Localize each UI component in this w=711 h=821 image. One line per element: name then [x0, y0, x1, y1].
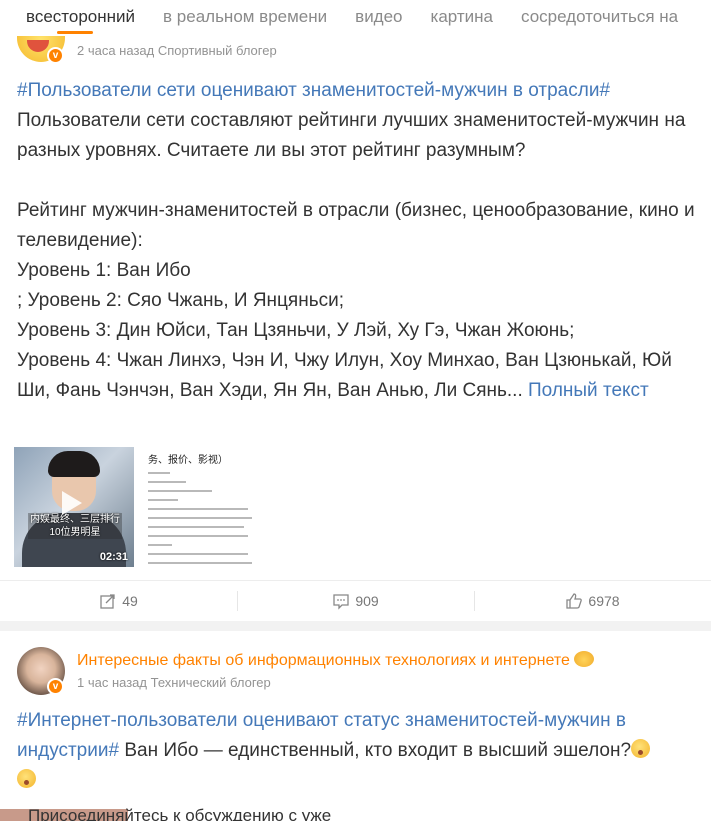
- doc-text-line: [148, 499, 178, 501]
- author-name-text: Интересные факты об информационных техно…: [77, 652, 570, 669]
- post-paragraph: Рейтинг мужчин-знаменитостей в отрасли (…: [17, 200, 695, 251]
- repost-button[interactable]: 49: [0, 581, 237, 621]
- cutoff-text: Присоединяйтесь к обсуждению с уже: [28, 806, 332, 821]
- search-tab-bar: всесторонний в реальном времени видео ка…: [0, 0, 711, 36]
- tab-comprehensive[interactable]: всесторонний: [0, 0, 149, 36]
- avatar-emoji-mouth: [27, 40, 49, 52]
- post-body: #Пользователи сети оценивают знаменитост…: [17, 76, 697, 406]
- author-name[interactable]: Интересные факты об информационных техно…: [77, 651, 594, 670]
- image-thumbnail[interactable]: 务、报价、影视）: [138, 447, 258, 567]
- post-meta: 2 часа назад Спортивный блогер: [77, 43, 277, 58]
- hashtag-link[interactable]: #Пользователи сети оценивают знаменитост…: [17, 76, 697, 106]
- post-actions: 49 909 6978: [0, 580, 711, 621]
- tab-realtime[interactable]: в реальном времени: [149, 0, 341, 36]
- comment-icon: [333, 594, 349, 610]
- doc-text-line: [148, 517, 252, 519]
- repost-icon: [100, 594, 115, 609]
- doc-text-line: [148, 553, 248, 555]
- like-count: 6978: [588, 593, 620, 609]
- tab-video[interactable]: видео: [341, 0, 416, 36]
- doc-text-line: [148, 481, 186, 483]
- verified-badge-icon: v: [47, 678, 64, 695]
- full-text-link[interactable]: Полный текст: [528, 380, 649, 401]
- doc-text-line: [148, 535, 248, 537]
- doc-text-line: [148, 544, 172, 546]
- post-meta: 1 час назад Технический блогер: [77, 675, 271, 690]
- doc-text-line: [148, 508, 248, 510]
- video-caption: 内娱最终、三层排行 10位男明星: [28, 513, 122, 539]
- repost-count: 49: [122, 593, 138, 609]
- doc-text-line: [148, 562, 252, 564]
- thumb-figure-hair: [48, 451, 100, 477]
- tab-picture[interactable]: картина: [417, 0, 507, 36]
- play-icon[interactable]: [62, 491, 82, 515]
- video-thumbnail[interactable]: 内娱最终、三层排行 10位男明星 02:31: [14, 447, 134, 567]
- post-paragraph: Уровень 1: Ван Ибо: [17, 260, 191, 281]
- post-paragraph: ; Уровень 2: Сяо Чжань, И Янцяньси;: [17, 290, 344, 311]
- post-body: #Интернет-пользователи оценивают статус …: [17, 706, 697, 796]
- thinking-emoji-icon: [631, 739, 651, 758]
- video-duration: 02:31: [99, 551, 128, 563]
- doc-text-line: [148, 472, 170, 474]
- media-thumbnails: 内娱最终、三层排行 10位男明星 02:31 务、报价、影视）: [14, 447, 258, 567]
- like-button[interactable]: 6978: [474, 581, 711, 621]
- comment-button[interactable]: 909: [237, 581, 474, 621]
- post-paragraph-last: Уровень 4: Чжан Линхэ, Чэн И, Чжу Илун, …: [17, 346, 697, 406]
- thinking-emoji-icon: [17, 769, 36, 788]
- image-doc-title: 务、报价、影视）: [148, 455, 228, 466]
- post-card: v Интересные факты об информационных тех…: [0, 631, 711, 821]
- post-paragraph: Уровень 3: Дин Юйси, Тан Цзяньчи, У Лэй,…: [17, 320, 575, 341]
- author-emoji-icon: [573, 651, 594, 667]
- like-icon: [566, 593, 583, 609]
- doc-text-line: [148, 526, 244, 528]
- post-card: v 2 часа назад Спортивный блогер #Пользо…: [0, 30, 711, 621]
- post-paragraph: Ван Ибо — единственный, кто входит в выс…: [119, 740, 632, 761]
- verified-badge-icon: v: [47, 47, 64, 64]
- tab-focus[interactable]: сосредоточиться на: [507, 0, 692, 36]
- comment-count: 909: [355, 593, 379, 609]
- post-paragraph: Пользователи сети составляют рейтинги лу…: [17, 110, 686, 161]
- doc-text-line: [148, 490, 212, 492]
